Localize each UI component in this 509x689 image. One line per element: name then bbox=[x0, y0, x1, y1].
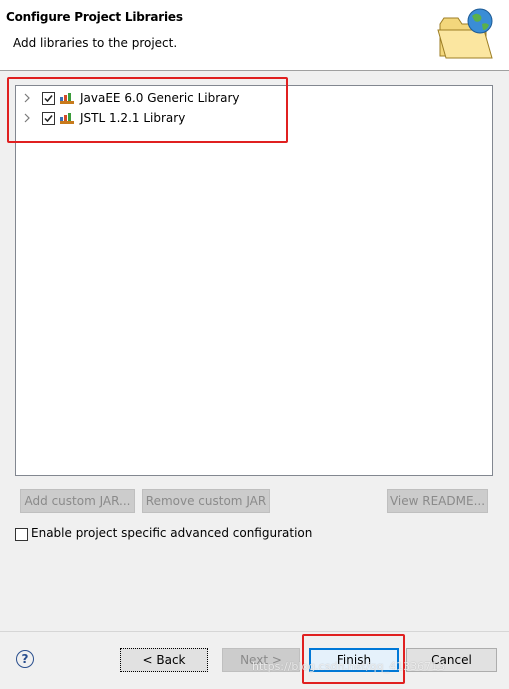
next-button[interactable]: Next > bbox=[222, 648, 300, 672]
cancel-button[interactable]: Cancel bbox=[406, 648, 497, 672]
back-button[interactable]: < Back bbox=[120, 648, 208, 672]
enable-advanced-label: Enable project specific advanced configu… bbox=[31, 526, 313, 540]
help-icon[interactable]: ? bbox=[16, 650, 34, 668]
enable-advanced-checkbox[interactable] bbox=[15, 528, 28, 541]
footer-divider bbox=[0, 631, 509, 632]
library-tree[interactable]: JavaEE 6.0 Generic Library JSTL 1.2.1 Li… bbox=[15, 85, 493, 476]
highlight-box-finish bbox=[302, 634, 405, 684]
dialog-header: Configure Project Libraries Add librarie… bbox=[0, 0, 509, 71]
view-readme-button[interactable]: View README... bbox=[387, 489, 488, 513]
dialog-subtitle: Add libraries to the project. bbox=[13, 36, 178, 50]
dialog-title: Configure Project Libraries bbox=[6, 10, 183, 24]
folder-globe-icon bbox=[437, 8, 493, 59]
add-custom-jar-button[interactable]: Add custom JAR... bbox=[20, 489, 135, 513]
highlight-box-libraries bbox=[7, 77, 288, 143]
remove-custom-jar-button[interactable]: Remove custom JAR bbox=[142, 489, 270, 513]
